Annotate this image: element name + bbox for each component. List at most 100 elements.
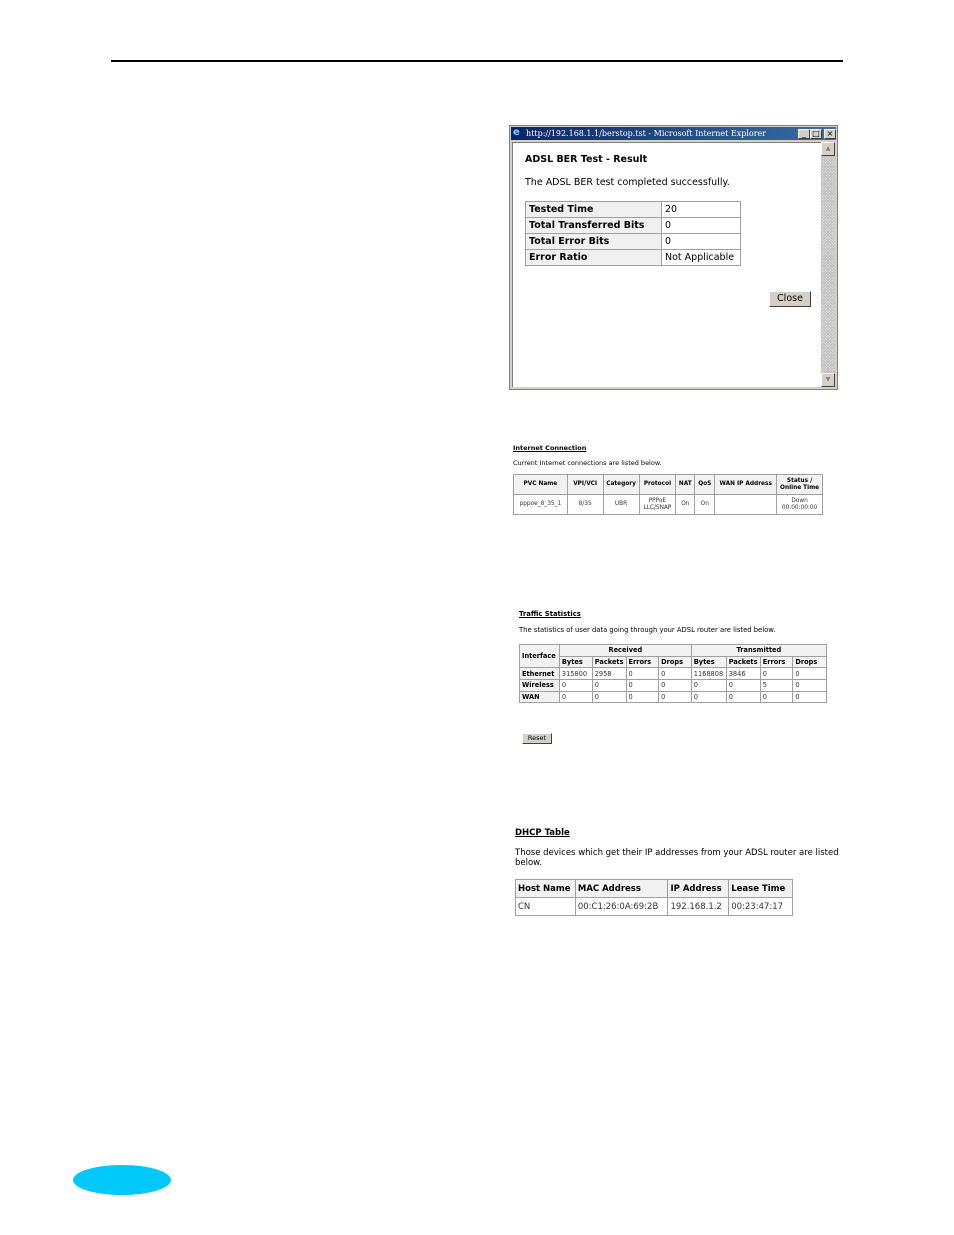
column-header: IP Address: [667, 879, 730, 898]
stat-cell: 2958: [591, 667, 627, 681]
column-header: NAT: [675, 474, 696, 495]
column-header: Errors: [625, 655, 660, 669]
window-title-bar[interactable]: e http://192.168.1.1/berstop.tst - Micro…: [511, 127, 836, 140]
table-row: Total Error Bits 0: [525, 233, 741, 250]
row-label: Tested Time: [525, 201, 662, 218]
dhcp-table-title: DHCP Table: [515, 828, 570, 838]
column-header: Bytes: [690, 655, 727, 669]
column-header: Drops: [792, 655, 827, 669]
stat-cell: 0: [625, 690, 660, 704]
stat-cell: 5: [759, 679, 794, 692]
ip-address-cell: 192.168.1.2: [667, 897, 730, 916]
column-header: PVC Name: [513, 474, 568, 495]
dhcp-table-description: Those devices which get their IP address…: [515, 848, 839, 868]
stat-cell: 0: [558, 690, 593, 704]
internet-connection-table: PVC Name VPI/VCI Category Protocol NAT Q…: [513, 474, 823, 515]
row-label: Error Ratio: [525, 249, 662, 266]
column-header: MAC Address: [574, 879, 669, 898]
table-row: WAN 0 0 0 0 0 0 0 0: [519, 690, 827, 704]
stat-cell: 0: [658, 667, 692, 681]
scroll-down-arrow-icon[interactable]: ▼: [821, 373, 835, 387]
vertical-scrollbar[interactable]: ▲ ▼: [821, 142, 835, 387]
stat-cell: 0: [591, 690, 627, 704]
minimize-button[interactable]: _: [798, 129, 810, 139]
stat-cell: 0: [792, 679, 827, 692]
row-value: 20: [661, 201, 741, 218]
stat-cell: 0: [725, 690, 761, 704]
window-title: http://192.168.1.1/berstop.tst - Microso…: [526, 129, 767, 138]
column-header: QoS: [694, 474, 716, 495]
table-header-row: Interface Received Transmitted: [519, 643, 828, 669]
ber-result-table: Tested Time 20 Total Transferred Bits 0 …: [525, 201, 741, 266]
table-row: Wireless 0 0 0 0 0 0 5 0: [519, 679, 827, 692]
table-header-row: PVC Name VPI/VCI Category Protocol NAT Q…: [513, 474, 823, 495]
protocol-line: LLC/SNAP: [643, 504, 672, 511]
row-value: 0: [661, 217, 741, 234]
stat-cell: 0: [759, 690, 794, 704]
traffic-statistics-description: The statistics of user data going throug…: [519, 626, 776, 634]
interface-name: Ethernet: [519, 667, 560, 681]
column-header: Protocol: [638, 474, 677, 495]
status-text: Down: [791, 497, 808, 504]
table-row: Total Transferred Bits 0: [525, 217, 741, 234]
table-subheader-row: Bytes Packets Errors Drops Bytes Packets…: [520, 655, 827, 669]
traffic-statistics-title: Traffic Statistics: [519, 610, 581, 618]
table-row: Ethernet 315800 2958 0 0 1168808 3846 0 …: [519, 667, 827, 681]
column-header: Errors: [759, 655, 794, 669]
mac-address-cell: 00:C1:26:0A:69:2B: [574, 897, 669, 916]
table-row: Tested Time 20: [525, 201, 741, 218]
interface-name: Wireless: [519, 679, 560, 692]
status-cell: Down 00:00:00:00: [776, 494, 823, 515]
close-button[interactable]: Close: [769, 291, 811, 307]
scroll-up-arrow-icon[interactable]: ▲: [821, 142, 835, 156]
stat-cell: 0: [759, 667, 794, 681]
table-row: Error Ratio Not Applicable: [525, 249, 741, 266]
ber-result-window: e http://192.168.1.1/berstop.tst - Micro…: [509, 125, 838, 390]
stat-cell: 1168808: [690, 667, 727, 681]
stat-cell: 0: [591, 679, 627, 692]
column-header: VPI/VCI: [566, 474, 604, 495]
row-label: Total Transferred Bits: [525, 217, 662, 234]
header-rule: [111, 60, 843, 62]
column-header: Packets: [725, 655, 761, 669]
stat-cell: 0: [792, 690, 827, 704]
window-content: ADSL BER Test - Result The ADSL BER test…: [512, 142, 821, 387]
column-header: Category: [602, 474, 640, 495]
stat-cell: 3846: [725, 667, 761, 681]
table-row: CN 00:C1:26:0A:69:2B 192.168.1.2 00:23:4…: [515, 897, 793, 916]
vpi-vci-cell: 8/35: [566, 494, 604, 515]
transmitted-header: Transmitted: [690, 644, 828, 657]
stat-cell: 0: [725, 679, 761, 692]
stat-cell: 0: [658, 679, 692, 692]
nat-cell: On: [675, 494, 696, 515]
online-time-text: 00:00:00:00: [781, 504, 818, 511]
page-number-marker: [73, 1165, 171, 1195]
maximize-button[interactable]: □: [810, 129, 822, 139]
column-header: Lease Time: [728, 879, 793, 898]
interface-header: Interface: [519, 643, 560, 669]
table-header-row: Host Name MAC Address IP Address Lease T…: [515, 879, 793, 898]
stat-cell: 0: [625, 667, 660, 681]
stat-cell: 0: [625, 679, 660, 692]
protocol-cell: PPPoE LLC/SNAP: [638, 494, 677, 515]
traffic-statistics-table: Interface Received Transmitted Bytes Pac…: [519, 643, 828, 704]
host-name-cell: CN: [515, 897, 576, 916]
wan-ip-cell: [714, 494, 778, 515]
close-window-button[interactable]: ×: [824, 129, 836, 139]
reset-button[interactable]: Reset: [522, 733, 552, 744]
category-cell: UBR: [602, 494, 640, 515]
column-header: Host Name: [515, 879, 576, 898]
interface-name: WAN: [519, 690, 560, 704]
row-label: Total Error Bits: [525, 233, 662, 250]
stat-cell: 0: [690, 679, 727, 692]
pvc-name-cell: pppoe_8_35_1: [513, 494, 568, 515]
column-header: Drops: [658, 655, 692, 669]
dhcp-table: Host Name MAC Address IP Address Lease T…: [515, 879, 793, 916]
internet-connection-description: Current Internet connections are listed …: [513, 459, 662, 467]
column-header: Status / Online Time: [776, 474, 823, 495]
received-header: Received: [558, 644, 692, 657]
stat-cell: 0: [658, 690, 692, 704]
column-header: WAN IP Address: [714, 474, 778, 495]
stat-cell: 0: [690, 690, 727, 704]
ber-result-heading: ADSL BER Test - Result: [525, 154, 648, 165]
